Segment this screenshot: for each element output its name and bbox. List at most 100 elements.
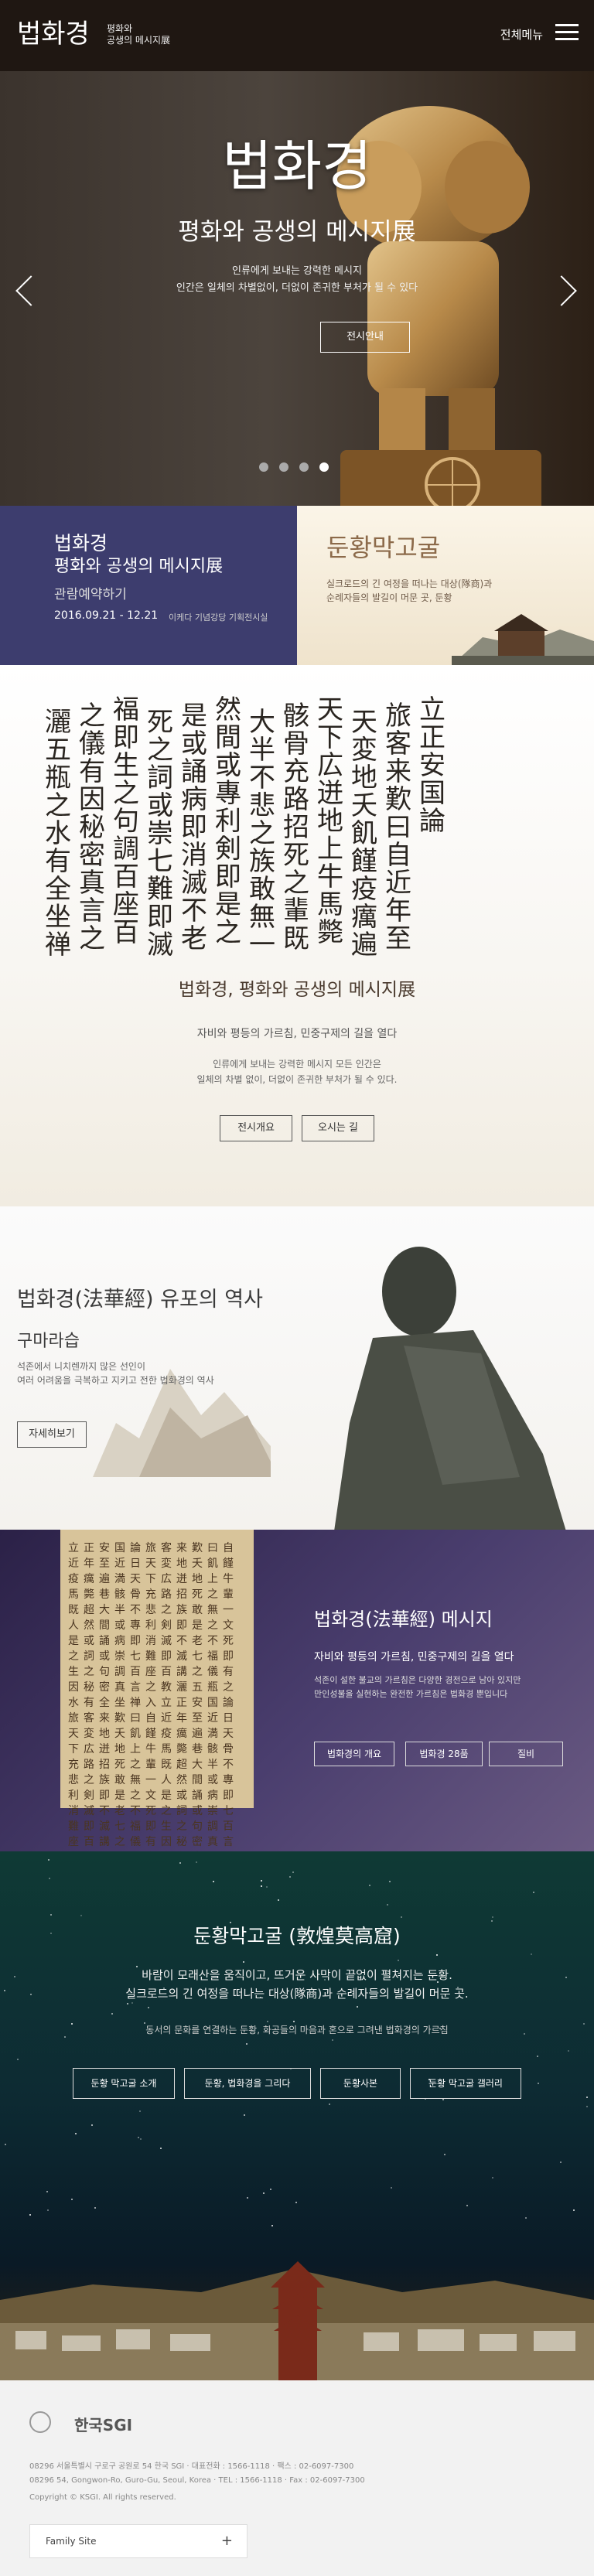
mountain-landscape-image <box>93 1369 271 1477</box>
intro-desc-line2: 일체의 차별 없이, 더없이 존귀한 부처가 될 수 있다. <box>196 1074 398 1085</box>
slide-dot-2[interactable] <box>279 462 288 472</box>
dunhuang-banner-title: 둔황막고굴 <box>326 533 441 562</box>
footer-logo: 한국SGI <box>74 2416 133 2434</box>
star-dot <box>492 1916 493 1918</box>
star-dot <box>127 2003 128 2005</box>
calligraphy-column: 天変地夭飢饉疫癘遍満 <box>351 708 377 956</box>
star-dot <box>442 2099 444 2100</box>
star-dot <box>369 1885 370 1886</box>
history-desc-line1: 석존에서 니치렌까지 많은 선인이 <box>17 1361 146 1372</box>
star-dot <box>401 1916 402 1918</box>
calligraphy-column: 死之詞或崇七難即滅七 <box>147 708 173 956</box>
site-footer: 한국SGI 08296 서울특별시 구로구 공원로 54 한국 SGI · 대표… <box>0 2380 594 2576</box>
all-menu-label[interactable]: 전체메뉴 <box>500 26 543 43</box>
star-dot <box>267 2021 268 2022</box>
dunhuang-desc-note: 동서의 문화를 연결하는 둔황, 화공들의 마음과 혼으로 그려낸 법화경의 가… <box>145 2025 449 2035</box>
hamburger-menu-icon[interactable] <box>555 24 579 41</box>
star-dot <box>46 2191 48 2192</box>
site-logo[interactable]: 법화경 <box>17 17 90 51</box>
star-dot <box>91 2124 93 2126</box>
star-dot <box>139 2110 141 2112</box>
calligraphy-column: 天下広迸地上牛馬斃巷 <box>317 696 343 943</box>
hero-subtitle: 평화와 공생의 메시지展 <box>178 218 416 246</box>
star-dot <box>243 1961 244 1963</box>
plus-icon[interactable]: + <box>221 2533 233 2549</box>
history-desc: 석존에서 니치렌까지 많은 선인이 여러 어려움을 극복하고 지키고 전한 법화… <box>17 1360 214 1387</box>
star-dot <box>244 2114 245 2116</box>
calligraphy-column: 骸骨充路招死之輩既超 <box>283 702 309 950</box>
star-dot <box>270 2189 271 2190</box>
calligraphy-column: 之儀有因秘密真言之教 <box>79 702 105 950</box>
star-dot <box>293 2021 295 2022</box>
slide-dot-4[interactable] <box>319 462 329 472</box>
exhibit-overview-button[interactable]: 전시개요 <box>220 1115 292 1141</box>
star-dot <box>246 2043 248 2045</box>
intro-title: 법화경, 평화와 공생의 메시지展 <box>178 980 416 1000</box>
star-dot <box>568 2050 569 2052</box>
exhibit-venue: 이케다 기념강당 기획전시실 <box>169 612 268 623</box>
hero-description: 인류에게 보내는 강력한 메시지 인간은 일체의 차별없이, 더없이 존귀한 부… <box>0 263 594 297</box>
calligraphy-column: 灑五瓶之水有全坐禅入 <box>45 708 71 956</box>
sutra-third-button[interactable]: 질비 <box>489 1742 563 1766</box>
star-dot <box>148 2007 149 2008</box>
intro-subtitle: 자비와 평등의 가르침, 민중구제의 길을 열다 <box>196 1028 398 1040</box>
dunhuang-banner[interactable]: 둔황막고굴 실크로드의 긴 여정을 떠나는 대상(隊商)과 순례자들의 발길이 … <box>297 506 594 665</box>
star-dot <box>80 1915 82 1916</box>
exhibit-banner[interactable]: 법화경 평화와 공생의 메시지展 관람예약하기 2016.09.21 - 12.… <box>0 506 297 665</box>
sutra-text-texture: 立正安国論旅客来歎曰自近年至近日天変地夭飢饉疫癘遍満天下広迸地上牛馬斃巷骸骨充路… <box>68 1542 238 1848</box>
star-dot <box>47 2209 49 2211</box>
star-dot <box>179 1862 181 1864</box>
sutra-28-chapters-button[interactable]: 법화경 28품 <box>405 1742 483 1766</box>
family-site-select[interactable]: Family Site + <box>29 2524 248 2558</box>
message-desc-line2: 만인성불을 실현하는 완전한 가르침은 법화경 뿐입니다 <box>314 1689 508 1699</box>
star-dot <box>49 1878 50 1879</box>
calligraphy-column: 大半不悲之族敢無一人 <box>249 708 275 956</box>
calligraphy-column: 立正安国論 <box>419 696 446 837</box>
star-dot <box>492 2177 493 2179</box>
dunhuang-manuscripts-button[interactable]: 둔황사본 <box>320 2068 401 2099</box>
logo-sub-line1: 평화와 <box>107 23 133 34</box>
star-dot <box>261 1880 262 1882</box>
star-dot <box>111 2013 113 2015</box>
star-dot <box>263 2192 265 2194</box>
directions-button[interactable]: 오시는 길 <box>302 1115 374 1141</box>
star-dot <box>525 2217 527 2219</box>
star-dot <box>140 2138 142 2140</box>
mogao-intro-button[interactable]: 둔황 막고굴 소개 <box>73 2068 175 2099</box>
dunhuang-paints-sutra-button[interactable]: 둔황, 법화경을 그리다 <box>184 2068 311 2099</box>
banner-subtitle: 평화와 공생의 메시지展 <box>54 557 224 576</box>
dunhuang-banner-line1: 실크로드의 긴 여정을 떠나는 대상(隊商)과 <box>326 578 493 589</box>
hero-slider: 법화경 평화와 공생의 메시지展 인류에게 보내는 강력한 메시지 인간은 일체… <box>0 71 594 506</box>
intro-desc: 인류에게 보내는 강력한 메시지 모든 인간은 일체의 차별 없이, 더없이 존… <box>0 1056 594 1087</box>
site-header: 법화경 평화와 공생의 메시지展 전체메뉴 <box>0 0 594 71</box>
reservation-link[interactable]: 관람예약하기 <box>54 583 127 602</box>
sutra-overview-button[interactable]: 법화경의 개요 <box>314 1742 394 1766</box>
star-dot <box>292 1871 294 1873</box>
history-desc-line2: 여러 어려움을 극복하고 지키고 전한 법화경의 역사 <box>17 1375 214 1386</box>
dunhuang-temple-image <box>452 614 594 665</box>
star-dot <box>573 2209 575 2211</box>
star-dot <box>17 2059 19 2060</box>
star-dot <box>48 1859 50 1861</box>
star-dot <box>533 1892 534 1893</box>
star-dot <box>50 1914 52 1916</box>
history-detail-button[interactable]: 자세히보기 <box>17 1421 87 1448</box>
family-site-label: Family Site <box>46 2536 97 2547</box>
star-dot <box>94 2207 96 2209</box>
exhibit-info-button[interactable]: 전시안내 <box>320 322 410 353</box>
calligraphy-column: 然間或專利剣即是之文 <box>215 696 241 943</box>
star-dot <box>5 2144 6 2145</box>
star-dot <box>329 2103 330 2105</box>
footer-address-ko: 08296 서울특별시 구로구 공원로 54 한국 SGI · 대표전화 : 1… <box>29 2462 354 2471</box>
slide-dot-1[interactable] <box>259 462 268 472</box>
mogao-gallery-button[interactable]: 둔황 막고굴 갤러리 <box>410 2068 521 2099</box>
intro-desc-line1: 인류에게 보내는 강력한 메시지 모든 인간은 <box>213 1059 381 1070</box>
slide-dot-3[interactable] <box>299 462 309 472</box>
message-section: 立正安国論旅客来歎曰自近年至近日天変地夭飢饉疫癘遍満天下広迸地上牛馬斃巷骸骨充路… <box>0 1530 594 1851</box>
site-logo-subtitle: 평화와 공생의 메시지展 <box>107 23 170 46</box>
star-dot <box>436 1954 438 1956</box>
star-dot <box>538 2083 539 2084</box>
star-dot <box>332 2039 333 2041</box>
star-dot <box>586 2097 588 2098</box>
star-dot <box>278 1899 279 1901</box>
